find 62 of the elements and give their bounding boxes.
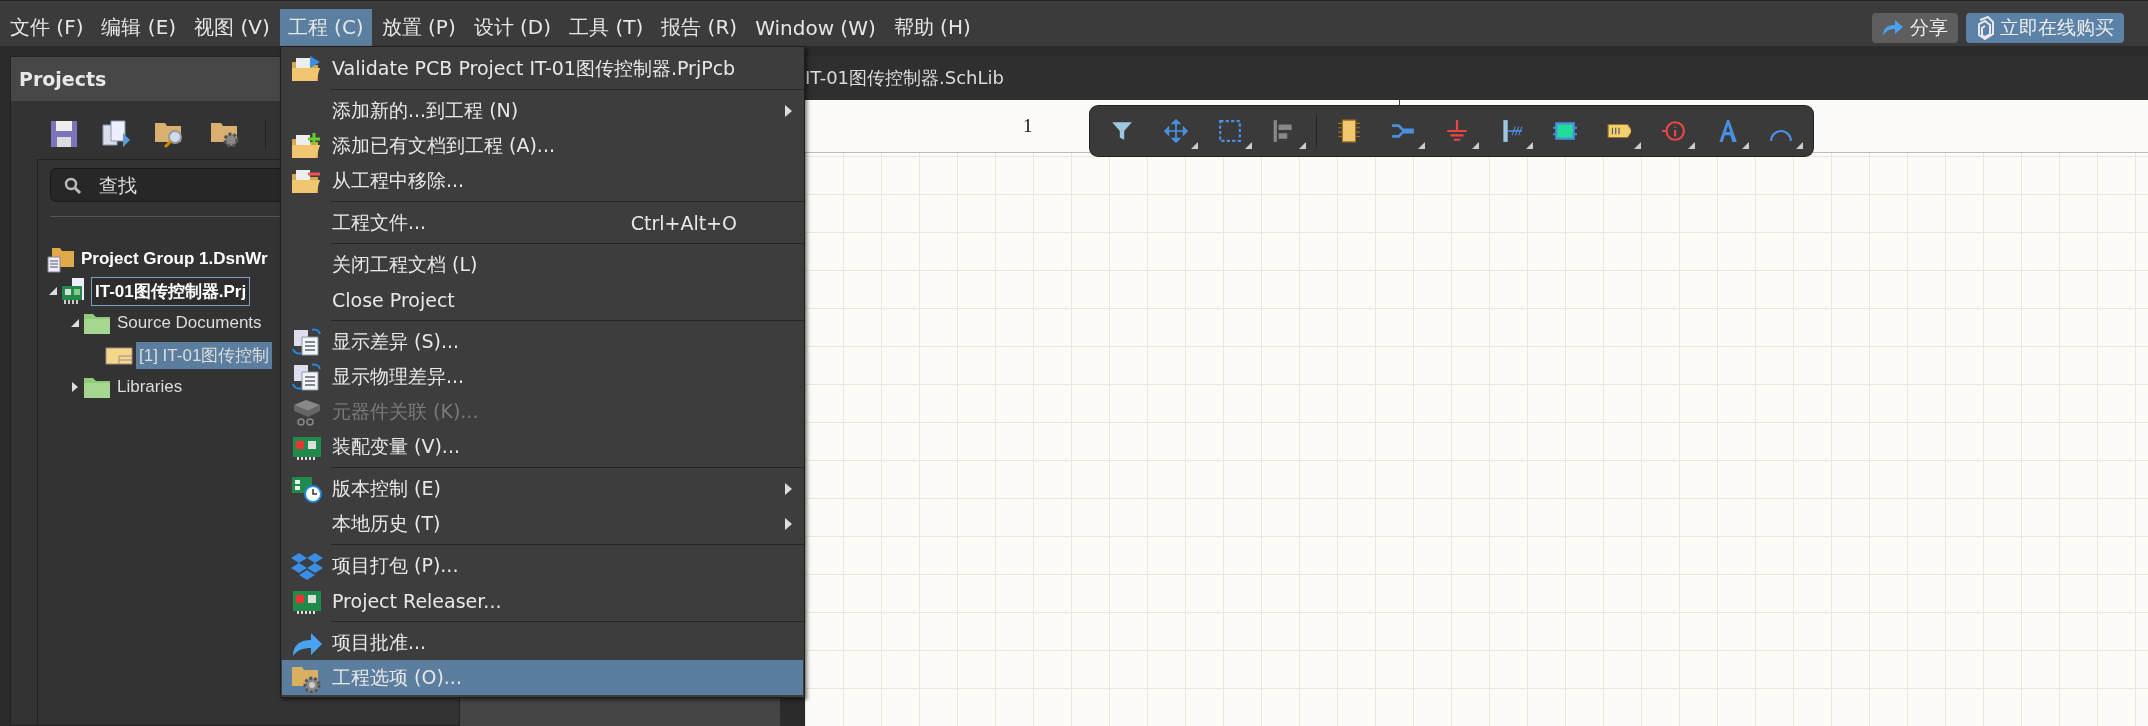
schematic-canvas[interactable]: 1 [805,100,2148,726]
submenu-arrow-icon [784,482,792,495]
document-tab[interactable]: IT-01图传控制器.SchLib [805,66,1004,90]
save-icon[interactable] [49,119,79,149]
move-icon[interactable] [1164,119,1188,143]
menu-item[interactable]: Window (W) [747,10,884,45]
dropdown-corner-icon [1245,142,1252,149]
tree-item[interactable]: Project Group 1.DsnWr [78,247,271,271]
menu-item[interactable]: 放置 (P) [373,9,464,46]
menu-item[interactable]: Project Releaser... [282,583,803,618]
menu-item[interactable]: 视图 (V) [186,9,278,46]
dropdown-corner-icon [1796,142,1803,149]
documents-compare-icon [290,326,324,357]
menu-item[interactable]: 显示物理差异... [282,359,803,394]
menu-item[interactable]: 设计 (D) [465,9,560,46]
shortcut-label: Ctrl+Alt+O [630,211,737,234]
menu-item[interactable]: 工程选项 (O)... [282,660,803,695]
dropdown-corner-icon [1742,142,1749,149]
dropdown-corner-icon [1418,142,1425,149]
share-arrow-icon [1882,18,1904,37]
menu-item[interactable]: 本地历史 (T) [282,506,803,541]
dropdown-corner-icon [1472,142,1479,149]
sheet-symbol-icon[interactable] [1553,119,1577,143]
menu-item[interactable]: 工具 (T) [561,9,652,46]
menu-item[interactable]: 编辑 (E) [93,9,185,46]
dropdown-corner-icon [1526,142,1533,149]
column-label: 1 [1023,115,1033,137]
select-icon[interactable] [1218,119,1242,143]
dropdown-corner-icon [1191,142,1198,149]
share-button[interactable]: 分享 [1872,12,1958,43]
menu-item[interactable]: 文件 (F) [2,9,92,46]
menu-item[interactable]: 项目打包 (P)... [282,548,803,583]
menu-item[interactable]: 关闭工程文档 (L) [282,247,803,282]
parameter-icon[interactable] [1661,119,1685,143]
menu-item[interactable]: 项目批准... [282,625,803,660]
menu-item[interactable]: 版本控制 (E) [282,471,803,506]
tree-item[interactable]: Libraries [114,375,186,399]
documents-compare-icon [290,361,324,392]
collapse-arrow-icon[interactable] [70,318,80,328]
menu-item[interactable]: 显示差异 (S)... [282,324,803,359]
expand-arrow-icon[interactable] [71,381,79,393]
dropdown-corner-icon [1634,142,1641,149]
menu-item[interactable]: Close Project [282,282,803,317]
component-icon[interactable] [1337,119,1361,143]
menu-item[interactable]: 装配变量 (V)... [282,429,803,464]
submenu-arrow-icon [784,104,792,117]
submenu-arrow-icon [784,517,792,530]
project-group-icon [46,245,76,273]
menu-item[interactable]: 报告 (R) [653,9,746,46]
ground-icon[interactable] [1445,119,1469,143]
buy-online-button[interactable]: 立即在线购买 [1966,12,2124,43]
menu-item[interactable]: 帮助 (H) [885,9,979,46]
logo-icon [1976,15,1994,40]
menu-item[interactable]: 添加已有文档到工程 (A)... [282,128,803,163]
collapse-arrow-icon[interactable] [48,286,58,296]
tree-item[interactable]: Source Documents [114,311,265,335]
dropdown-corner-icon [1299,142,1306,149]
dropdown-corner-icon [1688,142,1695,149]
search-icon [64,177,82,195]
tree-item[interactable]: IT-01图传控制器.Prj [92,277,250,305]
menu-item[interactable]: 工程文件... Ctrl+Alt+O [282,205,803,240]
copy-documents-icon[interactable] [101,119,131,149]
